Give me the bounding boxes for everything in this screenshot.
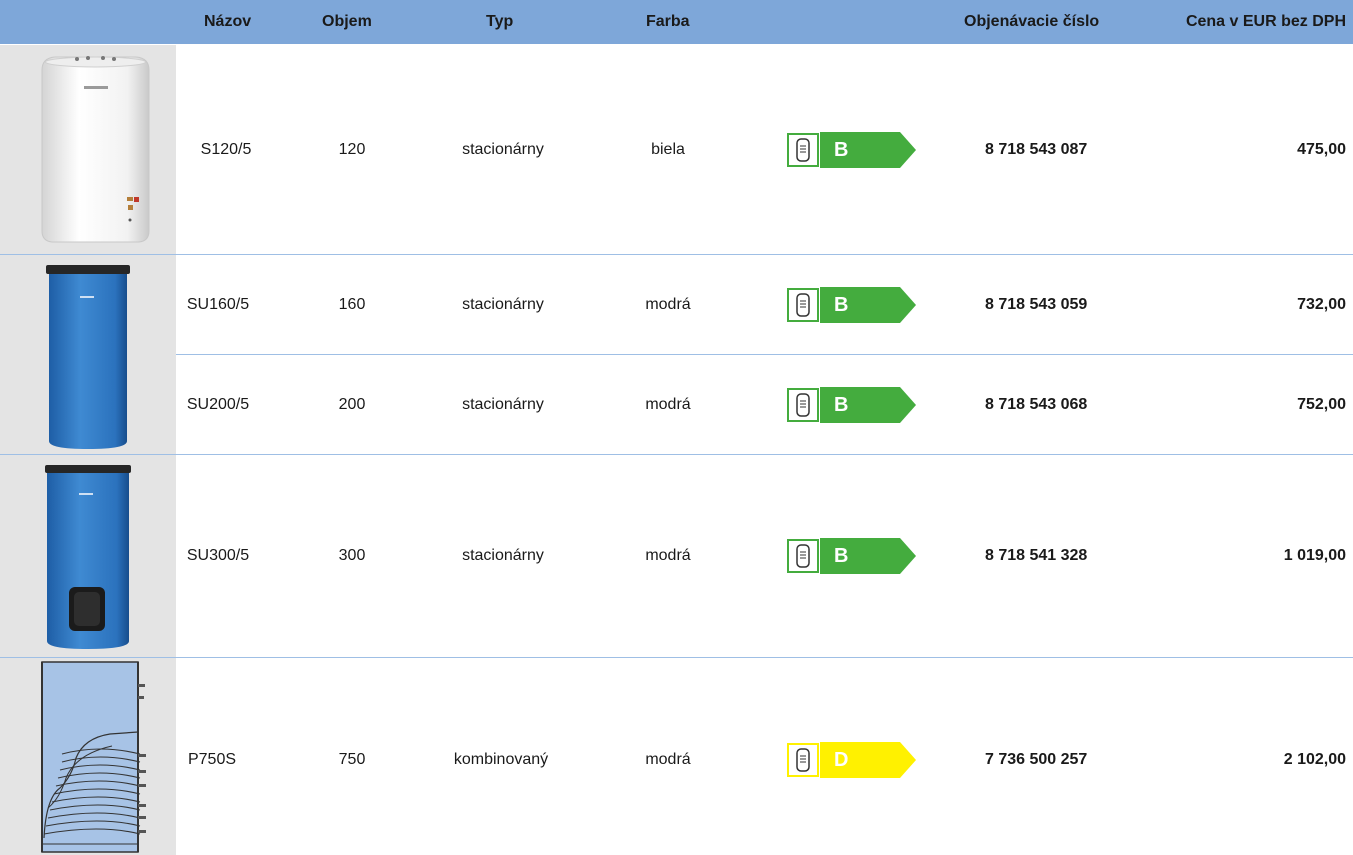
product-name: SU300/5 — [186, 547, 250, 564]
header-volume: Objem — [322, 13, 372, 30]
product-image-s120 — [0, 45, 176, 254]
product-color: modrá — [645, 751, 691, 768]
product-volume: 300 — [338, 547, 366, 564]
product-name: SU200/5 — [186, 396, 250, 413]
row-divider — [0, 657, 1353, 658]
row-divider — [0, 254, 1353, 255]
product-color: biela — [651, 141, 685, 158]
product-type: stacionárny — [462, 396, 544, 413]
energy-label: B — [787, 538, 917, 574]
header-order-number: Objenávacie číslo — [964, 13, 1100, 30]
product-image-p750s — [0, 658, 176, 855]
product-color: modrá — [645, 396, 691, 413]
price: 752,00 — [1297, 396, 1346, 413]
product-volume: 200 — [338, 396, 366, 413]
order-number: 8 718 543 087 — [985, 141, 1088, 158]
product-image-su160-su200 — [0, 255, 176, 454]
energy-label: B — [787, 387, 917, 423]
price: 475,00 — [1297, 141, 1346, 158]
product-color: modrá — [645, 547, 691, 564]
header-name: Názov — [204, 13, 252, 30]
order-number: 8 718 543 059 — [985, 296, 1088, 313]
row-divider — [0, 454, 1353, 455]
energy-label: B — [787, 132, 917, 168]
row-divider — [176, 354, 1353, 355]
product-volume: 120 — [338, 141, 366, 158]
energy-label: B — [787, 287, 917, 323]
order-number: 8 718 541 328 — [985, 547, 1088, 564]
combined-tank-cutaway-icon — [41, 661, 146, 853]
order-number: 7 736 500 257 — [985, 751, 1088, 768]
product-name: SU160/5 — [186, 296, 250, 313]
product-name: P750S — [187, 751, 237, 768]
product-type: kombinovaný — [453, 751, 549, 768]
product-type: stacionárny — [462, 141, 544, 158]
table-header: Názov Objem Typ Farba Objenávacie číslo … — [0, 0, 1353, 44]
product-name: S120/5 — [200, 141, 252, 158]
price: 732,00 — [1297, 296, 1346, 313]
header-color: Farba — [646, 13, 690, 30]
energy-class: B — [834, 139, 849, 161]
energy-class: B — [834, 394, 849, 416]
product-color: modrá — [645, 296, 691, 313]
price: 2 102,00 — [1283, 751, 1346, 768]
energy-class: D — [834, 749, 849, 771]
order-number: 8 718 543 068 — [985, 396, 1088, 413]
white-water-heater-icon — [41, 56, 150, 243]
product-image-su300 — [0, 455, 176, 657]
product-type: stacionárny — [462, 296, 544, 313]
price: 1 019,00 — [1283, 547, 1346, 564]
blue-water-heater-with-flange-icon — [45, 465, 131, 649]
energy-class: B — [834, 545, 849, 567]
header-type: Typ — [486, 13, 514, 30]
energy-label: D — [787, 742, 917, 778]
product-volume: 750 — [338, 751, 366, 768]
energy-class: B — [834, 294, 849, 316]
product-type: stacionárny — [462, 547, 544, 564]
product-volume: 160 — [338, 296, 366, 313]
blue-water-heater-icon — [46, 265, 130, 449]
header-price: Cena v EUR bez DPH — [1185, 13, 1346, 30]
